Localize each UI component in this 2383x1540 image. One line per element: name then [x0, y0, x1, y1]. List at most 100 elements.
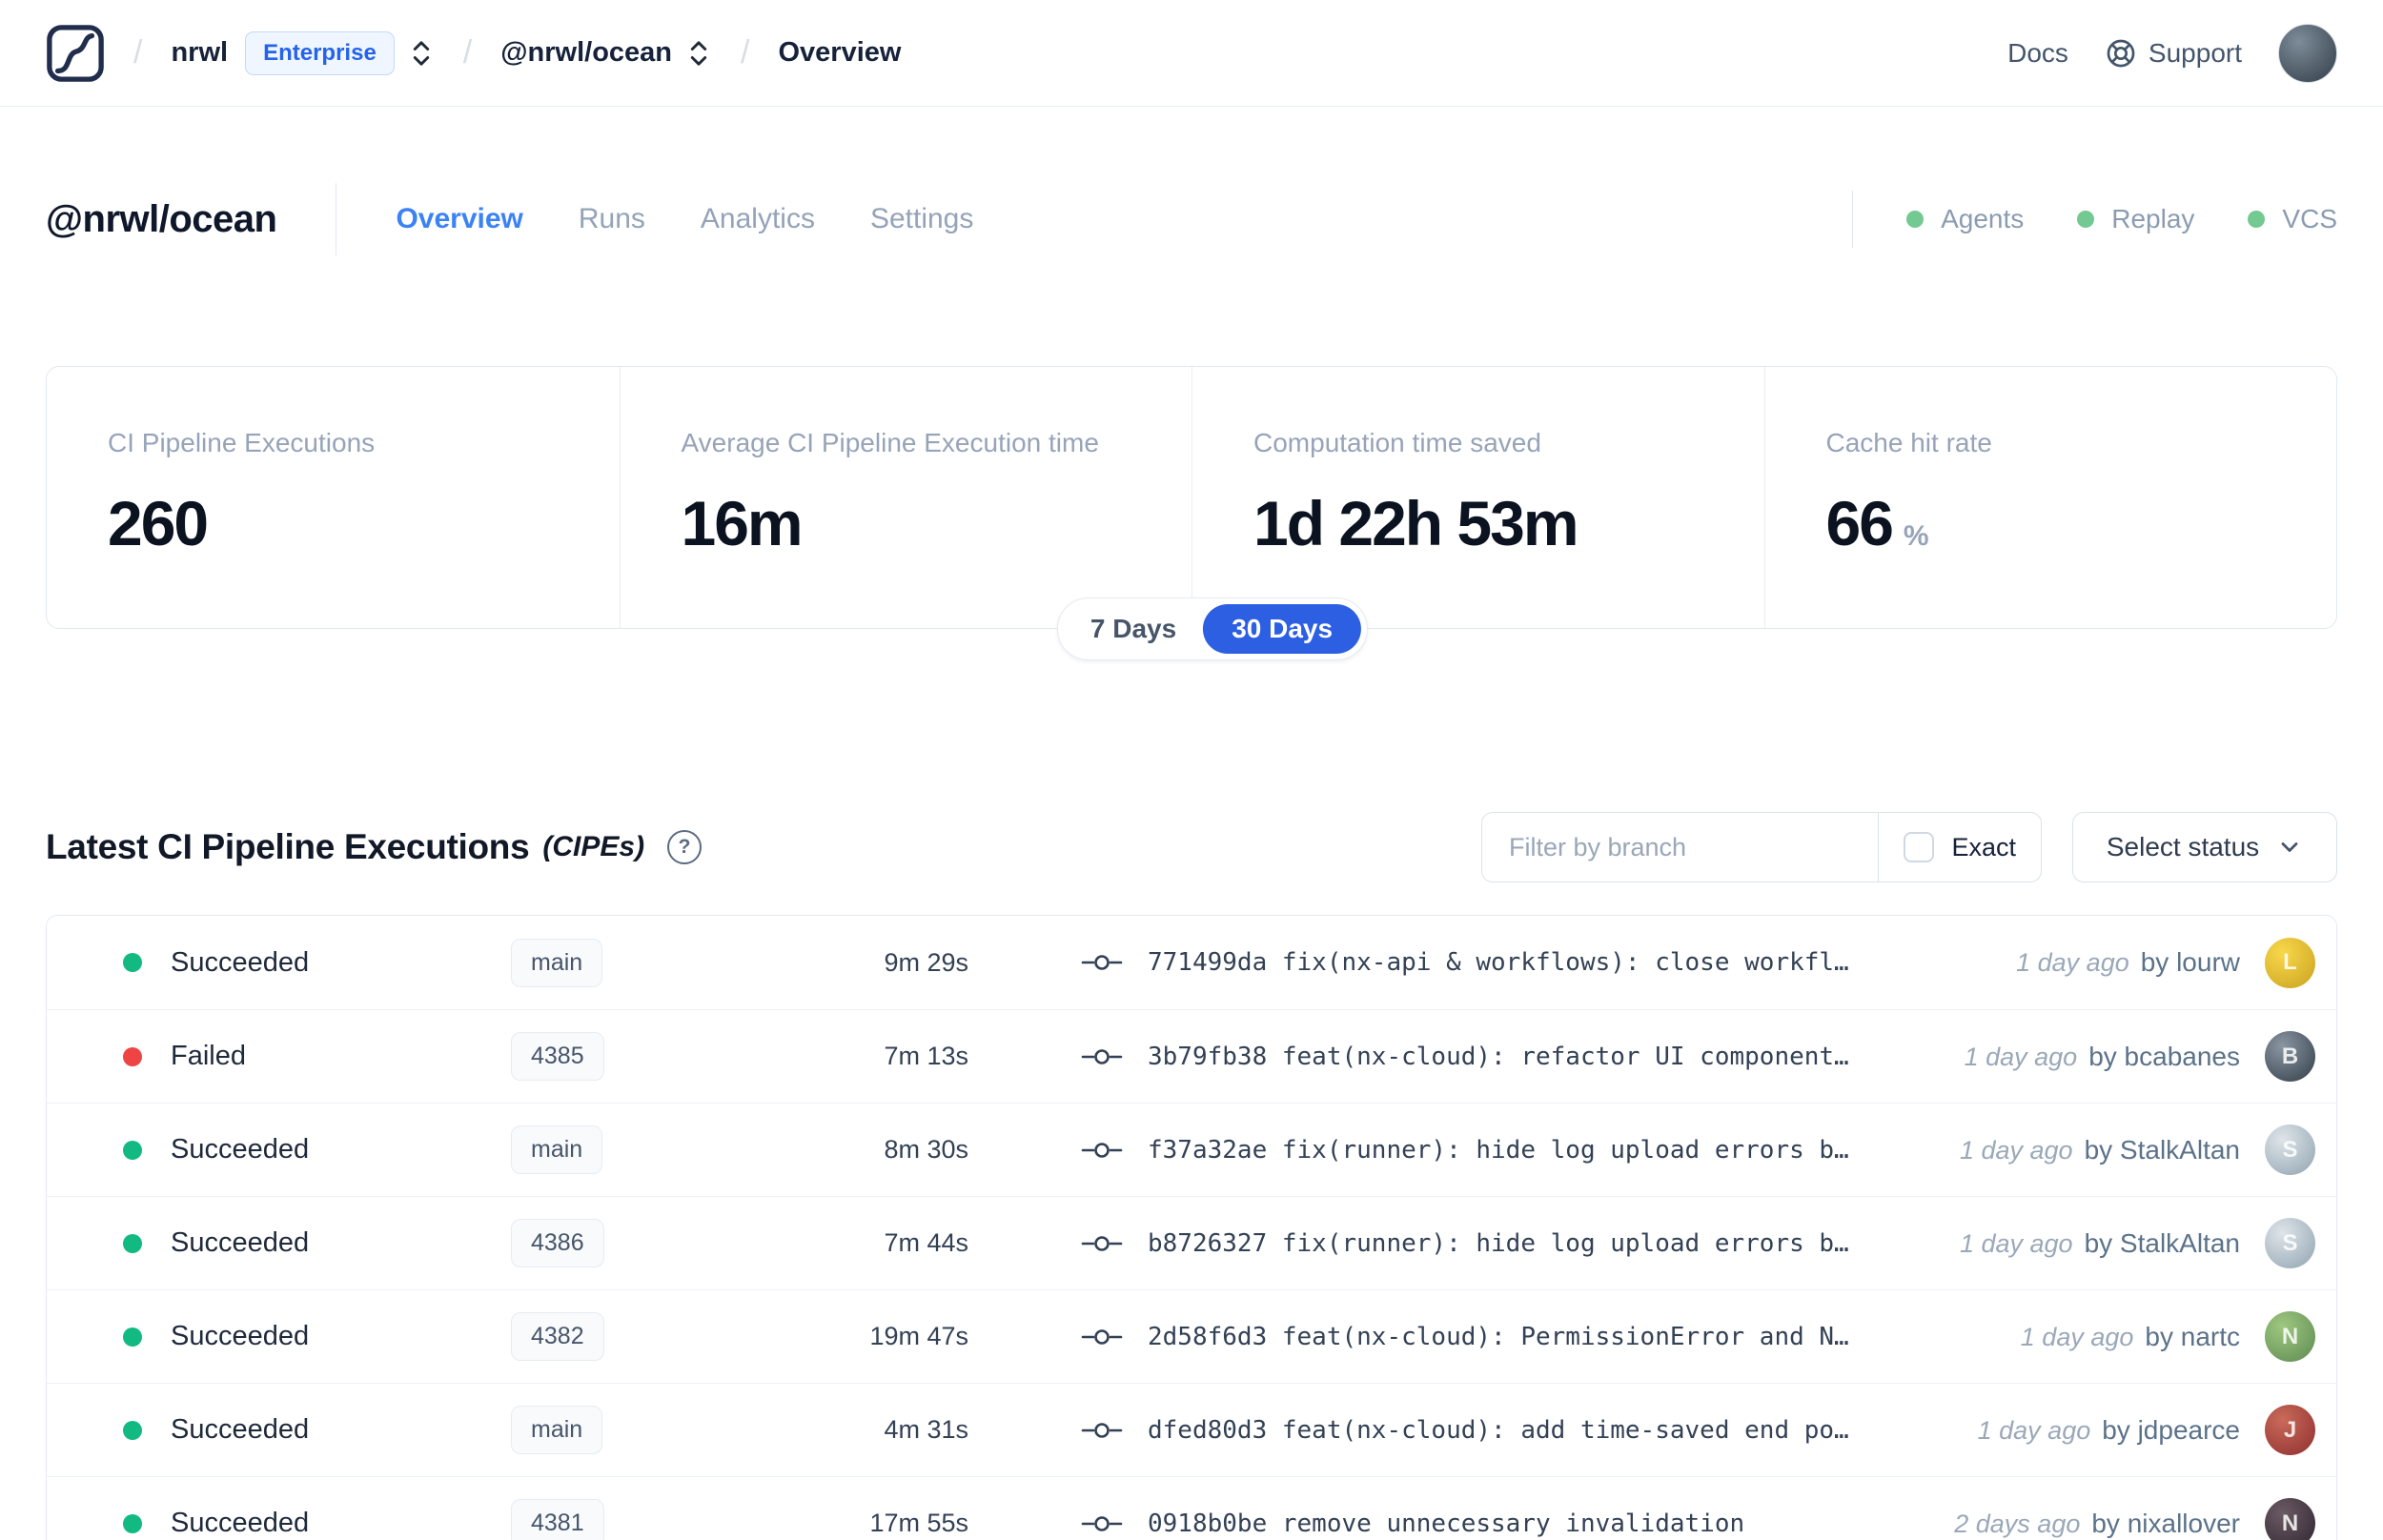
commit-link[interactable]: 2d58f6d3 feat(nx-cloud): PermissionError…: [1081, 1323, 2002, 1351]
git-commit-icon: [1081, 955, 1123, 970]
duration-label: 8m 30s: [884, 1135, 968, 1164]
status-dot-icon: [2077, 211, 2095, 228]
author-label: by StalkAltan: [2084, 1227, 2240, 1258]
duration-label: 4m 31s: [884, 1415, 968, 1444]
status-label: Succeeded: [171, 1414, 310, 1445]
range-7-days[interactable]: 7 Days: [1064, 604, 1203, 654]
status-select[interactable]: Select status: [2072, 812, 2337, 882]
branch-chip[interactable]: 4385: [511, 1032, 604, 1081]
breadcrumb-org[interactable]: nrwl: [171, 37, 228, 69]
commit-link[interactable]: f37a32ae fix(runner): hide log upload er…: [1081, 1136, 1941, 1165]
duration-label: 7m 44s: [884, 1228, 968, 1257]
lifebuoy-icon: [2107, 39, 2135, 67]
commit-message: 0918b0be remove unnecessary invalidation: [1148, 1509, 1745, 1538]
tab-settings[interactable]: Settings: [870, 203, 973, 235]
status-dot-icon: [123, 1420, 142, 1440]
commit-meta: 1 day ago by lourw: [2016, 947, 2240, 978]
commit-link[interactable]: 771499da fix(nx-api & workflows): close …: [1081, 948, 1997, 977]
commit-message: 2d58f6d3 feat(nx-cloud): PermissionError…: [1148, 1322, 1849, 1351]
branch-chip[interactable]: 4381: [511, 1499, 604, 1540]
table-row[interactable]: Succeeded 4386 7m 44s b8726327 fix(runne…: [47, 1196, 2336, 1289]
workspace-selector-icon[interactable]: [685, 35, 712, 71]
help-icon[interactable]: ?: [667, 830, 703, 864]
status-label: Succeeded: [171, 1508, 310, 1538]
breadcrumb-separator: /: [741, 34, 750, 71]
org-selector-icon[interactable]: [408, 35, 435, 71]
status-dot-icon: [123, 1327, 142, 1347]
commit-link[interactable]: b8726327 fix(runner): hide log upload er…: [1081, 1229, 1941, 1258]
table-row[interactable]: Succeeded main 4m 31s dfed80d3 feat(nx-c…: [47, 1383, 2336, 1476]
time-ago: 1 day ago: [2020, 1322, 2134, 1351]
tab-analytics[interactable]: Analytics: [701, 203, 815, 235]
table-row[interactable]: Succeeded main 9m 29s 771499da fix(nx-ap…: [47, 916, 2336, 1009]
breadcrumb-separator: /: [462, 34, 473, 71]
enterprise-badge: Enterprise: [245, 30, 395, 75]
status-dot-icon: [2248, 211, 2266, 228]
commit-message: f37a32ae fix(runner): hide log upload er…: [1148, 1135, 1849, 1165]
cipe-section-header: Latest CI Pipeline Executions (CIPEs) ? …: [46, 812, 2337, 882]
table-row[interactable]: Succeeded main 8m 30s f37a32ae fix(runne…: [47, 1103, 2336, 1196]
branch-chip[interactable]: main: [511, 1125, 603, 1174]
status-label: Succeeded: [171, 1321, 310, 1351]
git-commit-icon: [1081, 1422, 1123, 1438]
git-commit-icon: [1081, 1235, 1123, 1251]
commit-message: dfed80d3 feat(nx-cloud): add time-saved …: [1148, 1415, 1849, 1445]
commit-meta: 2 days ago by nixallover: [1954, 1509, 2240, 1539]
author-label: by StalkAltan: [2084, 1134, 2240, 1165]
table-row[interactable]: Succeeded 4382 19m 47s 2d58f6d3 feat(nx-…: [47, 1289, 2336, 1383]
commit-meta: 1 day ago by nartc: [2021, 1322, 2240, 1352]
time-ago: 1 day ago: [2016, 948, 2129, 977]
workspace-title: @nrwl/ocean: [46, 197, 277, 240]
exact-label: Exact: [1951, 832, 2016, 861]
integration-agents[interactable]: Agents: [1906, 204, 2024, 234]
commit-meta: 1 day ago by bcabanes: [1965, 1042, 2240, 1072]
author-avatar: S: [2265, 1218, 2315, 1268]
git-commit-icon: [1081, 1048, 1123, 1064]
range-30-days[interactable]: 30 Days: [1203, 604, 1362, 654]
branch-filter-input[interactable]: [1482, 813, 1879, 881]
commit-link[interactable]: dfed80d3 feat(nx-cloud): add time-saved …: [1081, 1416, 1959, 1445]
status-label: Succeeded: [171, 1134, 310, 1165]
branch-chip[interactable]: 4386: [511, 1219, 604, 1267]
date-range-toggle: 7 Days 30 Days: [1056, 598, 1369, 660]
duration-label: 9m 29s: [884, 947, 968, 977]
cipe-table: Succeeded main 9m 29s 771499da fix(nx-ap…: [46, 915, 2337, 1540]
author-avatar: N: [2265, 1311, 2315, 1362]
commit-link[interactable]: 0918b0be remove unnecessary invalidation: [1081, 1510, 1935, 1538]
stat-cards: CI Pipeline Executions 260 Average CI Pi…: [46, 366, 2337, 629]
time-ago: 1 day ago: [1959, 1135, 2073, 1165]
integration-vcs[interactable]: VCS: [2248, 204, 2337, 234]
table-row[interactable]: Succeeded 4381 17m 55s 0918b0be remove u…: [47, 1476, 2336, 1540]
status-dot-icon: [123, 1233, 142, 1253]
author-label: by lourw: [2140, 947, 2240, 977]
support-link[interactable]: Support: [2105, 37, 2242, 70]
author-label: by nixallover: [2091, 1508, 2240, 1538]
author-label: by bcabanes: [2088, 1041, 2240, 1071]
commit-link[interactable]: 3b79fb38 feat(nx-cloud): refactor UI com…: [1081, 1043, 1945, 1071]
branch-chip[interactable]: 4382: [511, 1312, 604, 1361]
divider: [1852, 191, 1854, 248]
user-avatar[interactable]: [2278, 23, 2337, 83]
filter-controls: Exact Select status: [1481, 812, 2337, 882]
tab-overview[interactable]: Overview: [396, 203, 522, 235]
docs-link[interactable]: Docs: [2007, 38, 2068, 69]
breadcrumb-workspace[interactable]: @nrwl/ocean: [500, 37, 672, 69]
stat-ci-pipeline-executions: CI Pipeline Executions 260: [108, 428, 376, 558]
author-avatar: N: [2265, 1498, 2315, 1540]
branch-chip[interactable]: main: [511, 938, 603, 987]
status-label: Failed: [171, 1041, 246, 1071]
table-row[interactable]: Failed 4385 7m 13s 3b79fb38 feat(nx-clou…: [47, 1009, 2336, 1103]
workspace-tabs: Overview Runs Analytics Settings: [396, 203, 973, 235]
status-dot-icon: [123, 1046, 142, 1066]
time-ago: 1 day ago: [1959, 1228, 2073, 1258]
commit-meta: 1 day ago by jdpearce: [1978, 1415, 2240, 1446]
page-header: @nrwl/ocean Overview Runs Analytics Sett…: [46, 183, 2337, 255]
integration-replay[interactable]: Replay: [2077, 204, 2194, 234]
nx-logo-icon[interactable]: [46, 24, 105, 83]
branch-chip[interactable]: main: [511, 1406, 603, 1454]
tab-runs[interactable]: Runs: [579, 203, 645, 235]
status-dot-icon: [123, 1513, 142, 1533]
status-dot-icon: [123, 1140, 142, 1160]
exact-toggle: Exact: [1878, 813, 2041, 881]
exact-checkbox[interactable]: [1904, 832, 1935, 862]
